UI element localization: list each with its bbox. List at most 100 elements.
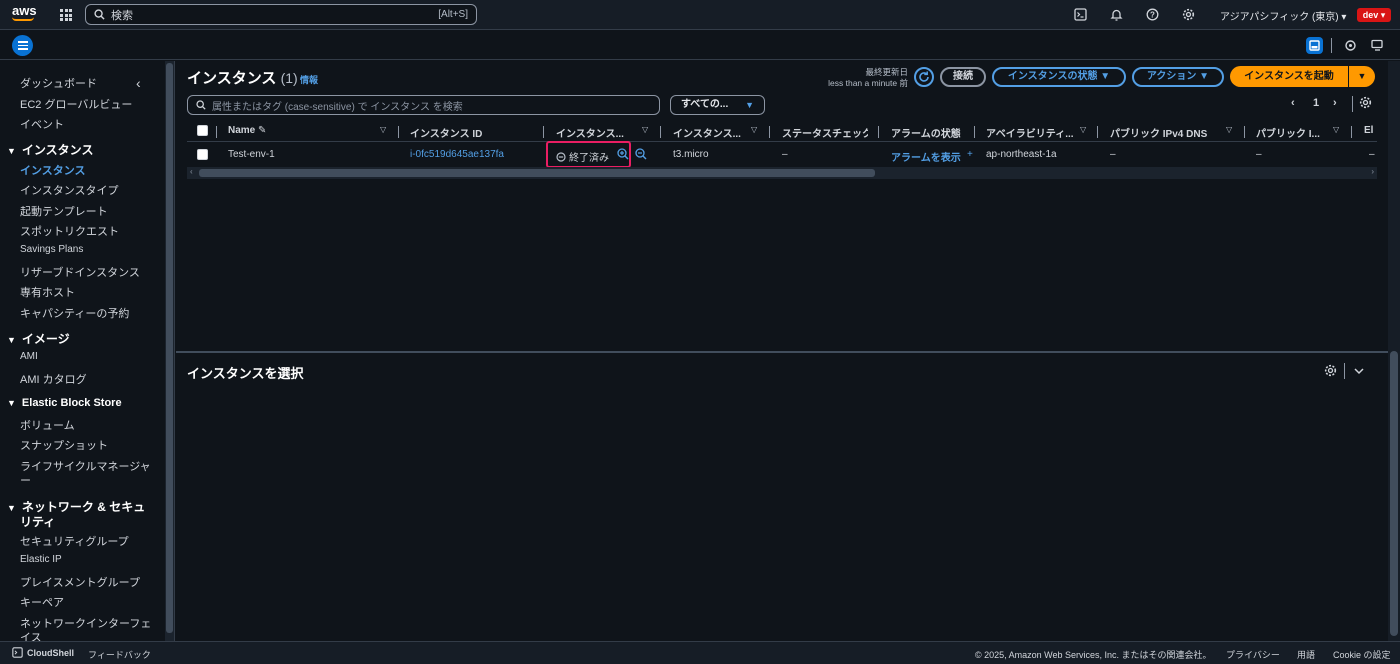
instance-filter-input[interactable]: 属性またはタグ (case-sensitive) で インスタンス を検索	[187, 95, 660, 115]
cookie-settings-link[interactable]: Cookie の設定	[1333, 648, 1391, 661]
cloudshell-link[interactable]: CloudShell	[27, 648, 74, 658]
sort-icon[interactable]: ▽	[1333, 125, 1339, 134]
nav-section-images[interactable]: ▼ イメージ	[7, 330, 70, 347]
connect-button[interactable]: 接続	[940, 67, 986, 87]
column-header-instance-type[interactable]: インスタンス...	[673, 125, 741, 140]
aws-logo[interactable]: aws	[12, 4, 37, 21]
cloudshell-icon[interactable]	[1074, 8, 1088, 22]
column-header-public-dns[interactable]: パブリック IPv4 DNS	[1110, 125, 1207, 140]
nav-ami-catalog[interactable]: AMI カタログ	[20, 371, 87, 387]
column-header-status-check[interactable]: ステータスチェック	[782, 125, 868, 140]
nav-network-interfaces-wrap[interactable]: イス	[20, 629, 42, 641]
nav-key-pairs[interactable]: キーペア	[20, 594, 64, 610]
page-vertical-scrollbar[interactable]	[1388, 61, 1400, 641]
feedback-link[interactable]: フィードバック	[88, 648, 151, 661]
nav-section-network-label-2[interactable]: リティ	[20, 513, 55, 530]
sidebar-scrollbar[interactable]	[165, 61, 174, 641]
nav-section-network-label-1: ネットワーク & セキュ	[21, 500, 146, 514]
cell-instance-id-link[interactable]: i-0fc519d645ae137fa	[410, 149, 504, 160]
prev-page-chevron-icon[interactable]: ‹	[1291, 97, 1295, 109]
sort-icon[interactable]: ▽	[751, 125, 757, 134]
nav-security-groups[interactable]: セキュリティグループ	[20, 533, 129, 549]
cell-instance-type: t3.micro	[673, 149, 709, 160]
nav-ami[interactable]: AMI	[20, 351, 38, 362]
table-preferences-gear-icon[interactable]	[1359, 96, 1372, 109]
help-icon[interactable]: ?	[1146, 8, 1160, 22]
search-icon	[196, 100, 206, 110]
actions-button[interactable]: アクション ▼	[1132, 67, 1224, 87]
nav-snapshots[interactable]: スナップショット	[20, 437, 108, 453]
column-header-instance-state[interactable]: インスタンス...	[556, 125, 624, 140]
view-alarms-link[interactable]: アラームを表示	[891, 149, 961, 164]
add-alarm-plus-icon[interactable]: +	[967, 149, 973, 160]
sort-icon[interactable]: ▽	[1080, 125, 1086, 134]
settings-gear-icon[interactable]	[1182, 8, 1196, 22]
nav-section-instances[interactable]: ▼ インスタンス	[7, 141, 93, 158]
nav-events[interactable]: イベント	[20, 116, 64, 132]
table-horizontal-scrollbar[interactable]: ‹ ›	[187, 167, 1377, 179]
nav-instance-types[interactable]: インスタンスタイプ	[20, 182, 119, 198]
nav-savings-plans[interactable]: Savings Plans	[20, 244, 83, 255]
display-preferences-icon[interactable]	[1369, 37, 1386, 54]
side-navigation-toggle-icon[interactable]	[12, 35, 33, 56]
nav-elastic-ip[interactable]: Elastic IP	[20, 554, 62, 565]
cell-public-ip: –	[1256, 149, 1262, 160]
caret-down-icon: ▼	[7, 503, 16, 513]
column-header-elastic-ip[interactable]: El	[1364, 125, 1373, 136]
panel-settings-gear-icon[interactable]	[1324, 364, 1337, 377]
cell-public-dns: –	[1110, 149, 1116, 160]
nav-instances[interactable]: インスタンス	[20, 162, 86, 178]
privacy-link[interactable]: プライバシー	[1226, 648, 1280, 661]
account-menu-badge[interactable]: dev ▾	[1357, 8, 1391, 22]
nav-ec2-global-view[interactable]: EC2 グローバルビュー	[20, 96, 132, 112]
nav-dedicated-hosts[interactable]: 専有ホスト	[20, 284, 75, 300]
nav-capacity-reservations[interactable]: キャパシティーの予約	[20, 305, 129, 321]
column-header-public-ip[interactable]: パブリック I...	[1256, 125, 1320, 140]
filter-placeholder: 属性またはタグ (case-sensitive) で インスタンス を検索	[212, 101, 463, 113]
refresh-button[interactable]	[914, 67, 934, 87]
sort-icon[interactable]: ▽	[1226, 125, 1232, 134]
column-header-availability-zone[interactable]: アベイラビリティ...	[986, 125, 1074, 140]
collapse-nav-chevron-left-icon[interactable]: ‹	[136, 75, 141, 91]
zoom-out-icon[interactable]	[635, 148, 647, 160]
collapse-panel-chevron-down-icon[interactable]	[1353, 366, 1365, 376]
nav-section-ebs[interactable]: ▼ Elastic Block Store	[7, 397, 122, 409]
column-header-name[interactable]: Name ✎	[228, 125, 266, 136]
services-grid-icon[interactable]	[60, 9, 72, 21]
sort-icon[interactable]: ▽	[642, 125, 648, 134]
top-navigation: aws 検索 [Alt+S] ? アジアパシフィック (東京) ▾ dev ▾	[0, 0, 1400, 30]
global-search-input[interactable]: 検索 [Alt+S]	[85, 4, 477, 25]
state-filter-select[interactable]: すべての... ▼	[670, 95, 765, 115]
sort-icon[interactable]: ▽	[380, 125, 386, 134]
terms-link[interactable]: 用語	[1297, 648, 1315, 661]
instance-state-button[interactable]: インスタンスの状態 ▼	[992, 67, 1126, 87]
status-icon[interactable]	[1342, 37, 1359, 54]
instances-list-panel: インスタンス (1) 情報 最終更新日 less than a minute 前…	[176, 61, 1400, 351]
layout-panel-icon[interactable]	[1306, 37, 1323, 54]
nav-spot-requests[interactable]: スポットリクエスト	[20, 223, 119, 239]
cloudshell-icon[interactable]	[12, 647, 23, 658]
nav-lifecycle-manager-wrap[interactable]: ー	[20, 472, 31, 488]
launch-instances-button[interactable]: インスタンスを起動	[1230, 66, 1348, 87]
nav-volumes[interactable]: ボリューム	[20, 417, 75, 433]
notifications-bell-icon[interactable]	[1110, 8, 1124, 22]
info-link[interactable]: 情報	[300, 73, 318, 86]
next-page-chevron-icon[interactable]: ›	[1333, 97, 1337, 109]
column-header-alarm-status[interactable]: アラームの状態	[891, 125, 961, 140]
last-updated-value: less than a minute 前	[828, 78, 908, 88]
nav-placement-groups[interactable]: プレイスメントグループ	[20, 574, 140, 590]
nav-lifecycle-manager[interactable]: ライフサイクルマネージャ	[20, 458, 151, 474]
row-checkbox[interactable]	[197, 149, 208, 160]
edit-pencil-icon: ✎	[258, 125, 267, 136]
select-all-checkbox[interactable]	[197, 125, 208, 136]
nav-reserved-instances[interactable]: リザーブドインスタンス	[20, 264, 140, 280]
nav-launch-templates[interactable]: 起動テンプレート	[20, 203, 108, 219]
page-number[interactable]: 1	[1313, 97, 1319, 109]
launch-instances-dropdown-icon[interactable]: ▼	[1349, 66, 1375, 87]
state-filter-value: すべての...	[681, 99, 729, 110]
region-selector[interactable]: アジアパシフィック (東京) ▾	[1220, 8, 1346, 23]
table-row[interactable]: Test-env-1 i-0fc519d645ae137fa 終了済み t3.m…	[187, 143, 1377, 167]
nav-dashboard[interactable]: ダッシュボード	[20, 75, 97, 91]
column-header-instance-id[interactable]: インスタンス ID	[410, 125, 482, 140]
refresh-icon	[919, 71, 929, 82]
